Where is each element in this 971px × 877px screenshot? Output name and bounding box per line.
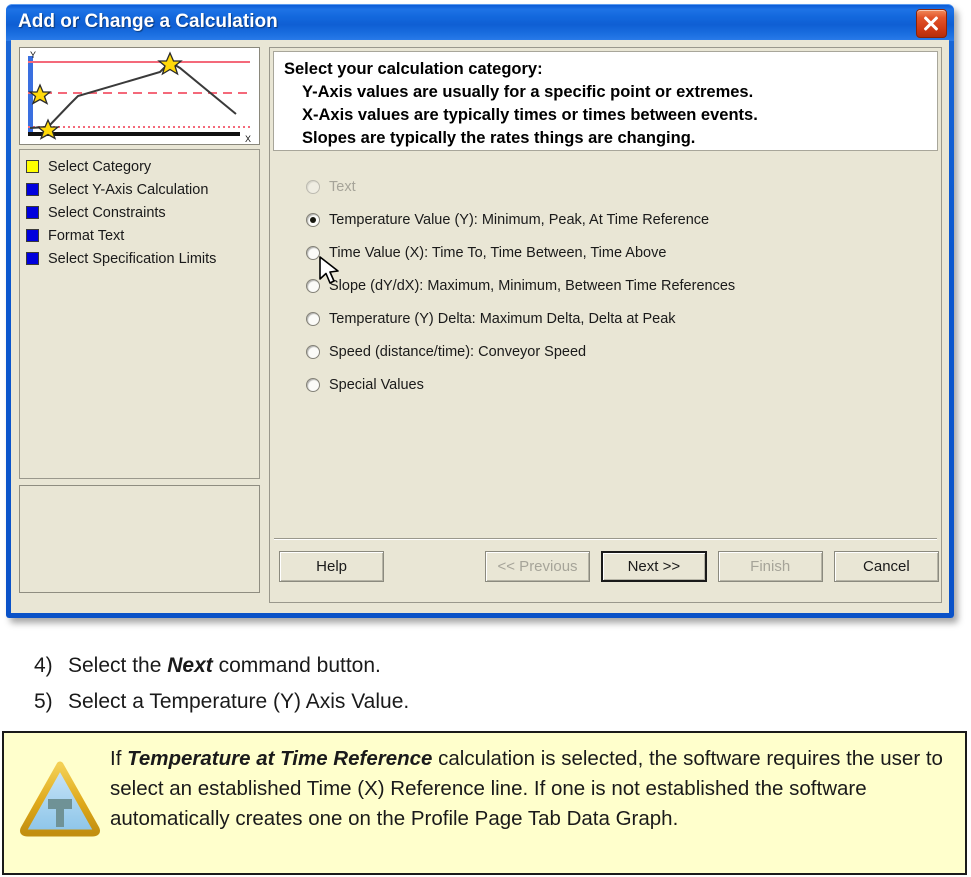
radio-icon [306, 344, 320, 359]
radio-icon [306, 212, 320, 227]
dialog-client-area: Y X Select Category Select Y-Axis Calcul… [11, 40, 949, 613]
step-status-chip [26, 206, 39, 219]
doc-step-emphasis: Next [167, 654, 213, 677]
radio-option-label: Slope (dY/dX): Maximum, Minimum, Between… [329, 277, 736, 294]
graph-y-axis-label: Y [30, 50, 36, 60]
radio-option-slope[interactable]: Slope (dY/dX): Maximum, Minimum, Between… [306, 269, 906, 302]
radio-option-label: Special Values [329, 376, 424, 393]
documentation-steps: 4) Select the Next command button. 5) Sele… [0, 648, 971, 720]
radio-option-special-values[interactable]: Special Values [306, 368, 906, 401]
sidebar-item-label: Select Specification Limits [48, 250, 217, 267]
dialog-button-bar: Help << Previous Next >> Finish Cancel [279, 551, 939, 582]
instructions-line-x-axis: X-Axis values are typically times or tim… [302, 106, 758, 124]
help-button[interactable]: Help [279, 551, 385, 582]
sidebar-item-format-text[interactable]: Format Text [26, 225, 259, 246]
sidebar-item-label: Select Category [48, 158, 152, 175]
wizard-main-panel: Select your calculation category: Y-Axis… [269, 47, 942, 603]
cancel-button[interactable]: Cancel [833, 551, 939, 582]
dialog-window: Add or Change a Calculation Y X Select C… [6, 4, 954, 618]
radio-option-label: Time Value (X): Time To, Time Between, T… [329, 244, 667, 261]
button-bar-divider [274, 538, 937, 540]
window-titlebar[interactable]: Add or Change a Calculation [6, 4, 954, 41]
sidebar-empty-panel [19, 485, 260, 593]
note-text-emphasis: Temperature at Time Reference [127, 747, 433, 770]
doc-step-text-pre: Select the [68, 654, 168, 677]
radio-option-speed[interactable]: Speed (distance/time): Conveyor Speed [306, 335, 906, 368]
instructions-title: Select your calculation category: [284, 60, 543, 78]
step-status-chip [26, 252, 39, 265]
radio-option-label: Text [329, 178, 356, 195]
graph-preview-icon: Y X [19, 47, 260, 145]
window-title: Add or Change a Calculation [18, 11, 278, 32]
note-text: If Temperature at Time Reference calcula… [110, 744, 960, 834]
note-callout-box: If Temperature at Time Reference calcula… [2, 731, 967, 875]
sidebar-item-select-category[interactable]: Select Category [26, 156, 259, 177]
doc-step-text-post: command button. [212, 654, 381, 677]
next-button[interactable]: Next >> [601, 551, 707, 582]
radio-option-temperature-value-y[interactable]: Temperature Value (Y): Minimum, Peak, At… [306, 203, 906, 236]
radio-icon [306, 278, 320, 293]
previous-button[interactable]: << Previous [484, 551, 591, 582]
radio-icon [306, 311, 320, 326]
radio-icon [306, 245, 320, 260]
doc-step-4: 4) Select the Next command button. [0, 648, 971, 684]
instructions-panel: Select your calculation category: Y-Axis… [273, 51, 938, 151]
step-status-chip [26, 160, 39, 173]
calculation-category-radio-group: Text Temperature Value (Y): Minimum, Pea… [306, 170, 906, 401]
doc-step-5: 5) Select a Temperature (Y) Axis Value. [0, 684, 971, 720]
sidebar-item-label: Select Constraints [48, 204, 166, 221]
wizard-sidebar: Y X Select Category Select Y-Axis Calcul… [19, 47, 262, 603]
doc-step-text-pre: Select a Temperature (Y) Axis Value. [68, 690, 410, 713]
radio-option-label: Temperature (Y) Delta: Maximum Delta, De… [329, 310, 676, 327]
tip-triangle-icon [20, 761, 100, 837]
radio-option-text: Text [306, 170, 906, 203]
radio-icon [306, 377, 320, 392]
radio-option-label: Speed (distance/time): Conveyor Speed [329, 343, 587, 360]
sidebar-item-select-specification-limits[interactable]: Select Specification Limits [26, 248, 259, 269]
sidebar-item-label: Format Text [48, 227, 125, 244]
sidebar-item-select-constraints[interactable]: Select Constraints [26, 202, 259, 223]
finish-button[interactable]: Finish [717, 551, 823, 582]
sidebar-item-label: Select Y-Axis Calculation [48, 181, 209, 198]
radio-option-temperature-delta[interactable]: Temperature (Y) Delta: Maximum Delta, De… [306, 302, 906, 335]
step-status-chip [26, 183, 39, 196]
note-text-pre: If [110, 747, 128, 770]
radio-option-time-value-x[interactable]: Time Value (X): Time To, Time Between, T… [306, 236, 906, 269]
doc-step-number: 4) [34, 654, 53, 677]
radio-icon [306, 179, 320, 194]
step-status-chip [26, 229, 39, 242]
instructions-line-slopes: Slopes are typically the rates things ar… [302, 129, 696, 147]
graph-x-axis-label: X [245, 134, 251, 144]
instructions-line-y-axis: Y-Axis values are usually for a specific… [302, 83, 754, 101]
wizard-step-list: Select Category Select Y-Axis Calculatio… [19, 149, 260, 479]
button-bar-spacer [395, 551, 474, 582]
close-icon[interactable] [916, 9, 947, 38]
radio-option-label: Temperature Value (Y): Minimum, Peak, At… [329, 211, 710, 228]
doc-step-number: 5) [34, 690, 53, 713]
sidebar-item-select-y-axis-calculation[interactable]: Select Y-Axis Calculation [26, 179, 259, 200]
